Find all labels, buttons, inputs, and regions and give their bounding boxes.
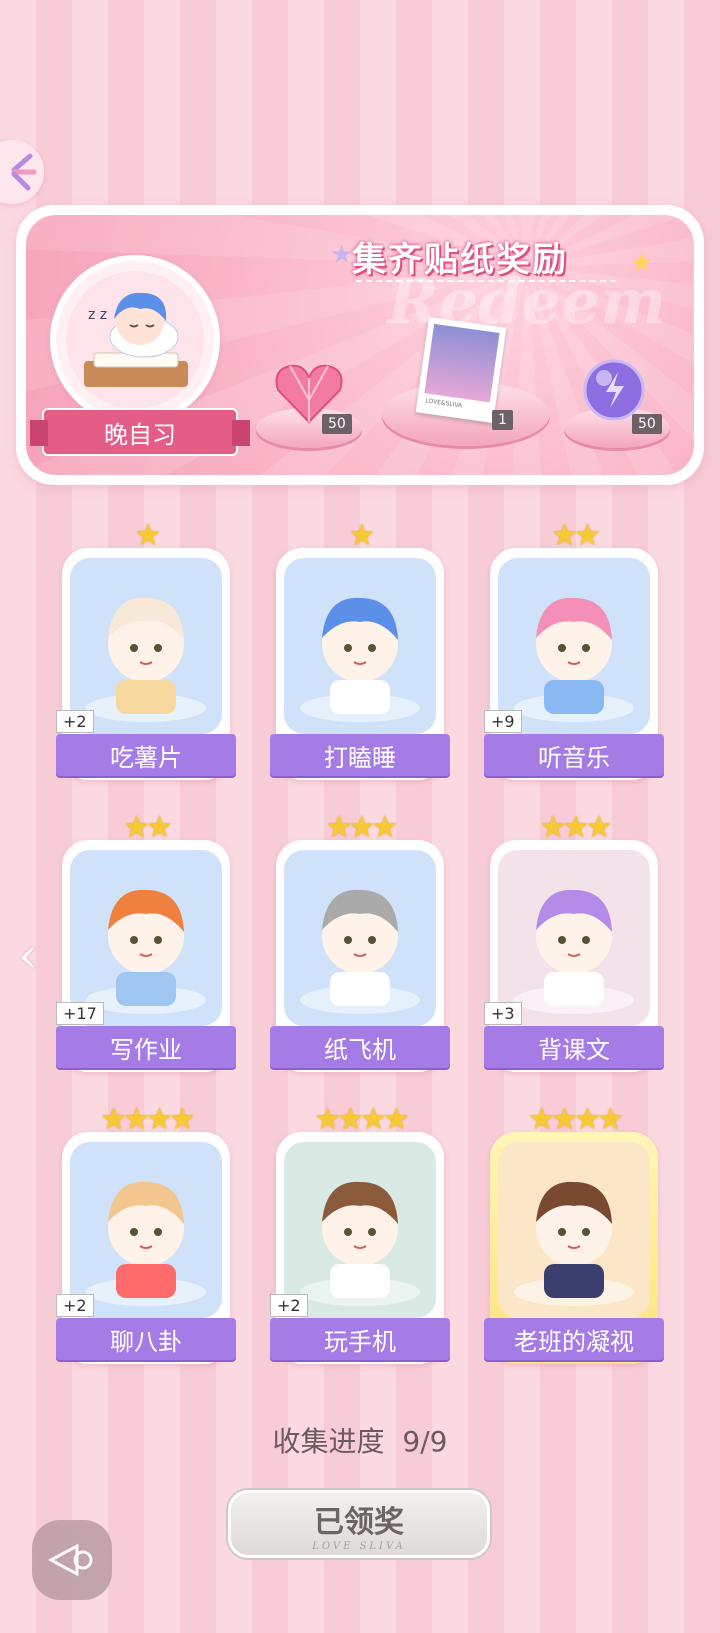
sticker-card[interactable]: ★★ 听音乐 +9 [484,518,664,780]
sticker-label: 打瞌睡 [270,734,450,776]
photo-caption: LOVE&SLIVA [424,397,463,410]
girl-headphones-icon [514,597,634,722]
duplicate-count-badge: +2 [270,1294,308,1317]
sticker-card[interactable]: ★★★★ 老班的凝视 [484,1102,664,1364]
reward-count-badge: 50 [632,414,662,434]
back-arrow-icon [47,1543,93,1577]
sticker-image [284,558,436,734]
cat-paper-plane-icon [300,889,420,1014]
sticker-image [498,558,650,734]
duplicate-count-badge: +17 [56,1002,104,1025]
star-rating: ★★★★ [314,1102,410,1137]
photo-card-icon: LOVE&SLIVA [415,317,507,423]
duplicate-count-badge: +2 [56,710,94,733]
sticker-label: 写作业 [56,1026,236,1068]
fan-menu-icon[interactable] [0,140,44,204]
sticker-card[interactable]: ★★ 写作业 +17 [56,810,236,1072]
star-rating: ★ [134,518,162,553]
sticker-card[interactable]: ★★★ 纸飞机 [270,810,450,1072]
sticker-label: 老班的凝视 [484,1318,664,1360]
star-rating: ★★ [551,518,601,553]
sticker-image [70,850,222,1026]
avatar-ribbon: 晚自习 [30,408,250,456]
progress-value: 9/9 [402,1425,448,1458]
sticker-label: 玩手机 [270,1318,450,1360]
collection-progress: 收集进度 9/9 [0,1420,720,1460]
sticker-image [70,558,222,734]
reward-count-badge: 50 [322,414,352,434]
sticker-card[interactable]: ★★★★ 玩手机 +2 [270,1102,450,1364]
sleeping-boy-icon: z z [84,292,188,387]
svg-text:z z: z z [88,307,107,323]
star-rating: ★ [348,518,376,553]
prev-page-arrow[interactable]: ‹ [18,930,48,980]
teacher-glasses-icon [514,1181,634,1306]
sticker-image [498,850,650,1026]
sticker-label: 听音乐 [484,734,664,776]
avatar-label: 晚自习 [104,420,176,449]
dog-watermelon-icon [86,1181,206,1306]
sticker-image [498,1142,650,1318]
claimed-button-sub: LOVE SLIVA [312,1540,406,1552]
star-rating: ★★ [123,810,173,845]
star-deco-icon: ★ [630,248,654,278]
boy-sleeping-desk-icon [300,597,420,722]
claimed-button[interactable]: 已领奖 LOVE SLIVA [228,1490,490,1558]
sticker-card[interactable]: ★ 打瞌睡 [270,518,450,780]
sticker-label: 吃薯片 [56,734,236,776]
boy-homework-icon [86,889,206,1014]
progress-label: 收集进度 [272,1425,385,1458]
duplicate-count-badge: +3 [484,1002,522,1025]
star-rating: ★★★★ [528,1102,624,1137]
reward-avatar: z z [50,255,220,425]
sticker-label: 纸飞机 [270,1026,450,1068]
star-rating: ★★★ [325,810,399,845]
sticker-label: 背课文 [484,1026,664,1068]
reward-title: 集齐贴纸奖励 [352,240,568,280]
duplicate-count-badge: +9 [484,710,522,733]
sticker-image [284,1142,436,1318]
back-button[interactable] [32,1520,112,1600]
sticker-card[interactable]: ★ 吃薯片 +2 [56,518,236,780]
reward-count-badge: 1 [492,410,513,430]
sticker-card[interactable]: ★★★★ 聊八卦 +2 [56,1102,236,1364]
star-deco-icon: ★ [330,240,354,270]
claimed-button-label: 已领奖 [314,1504,404,1540]
sticker-image [70,1142,222,1318]
sticker-card[interactable]: ★★★ 背课文 +3 [484,810,664,1072]
girl-classroom-icon [514,889,634,1014]
energy-orb-icon [583,359,645,421]
sticker-image [284,850,436,1026]
cat-eating-chips-icon [86,597,206,722]
star-rating: ★★★★ [100,1102,196,1137]
girl-phone-icon [300,1181,420,1306]
sticker-label: 聊八卦 [56,1318,236,1360]
duplicate-count-badge: +2 [56,1294,94,1317]
star-rating: ★★★ [539,810,613,845]
